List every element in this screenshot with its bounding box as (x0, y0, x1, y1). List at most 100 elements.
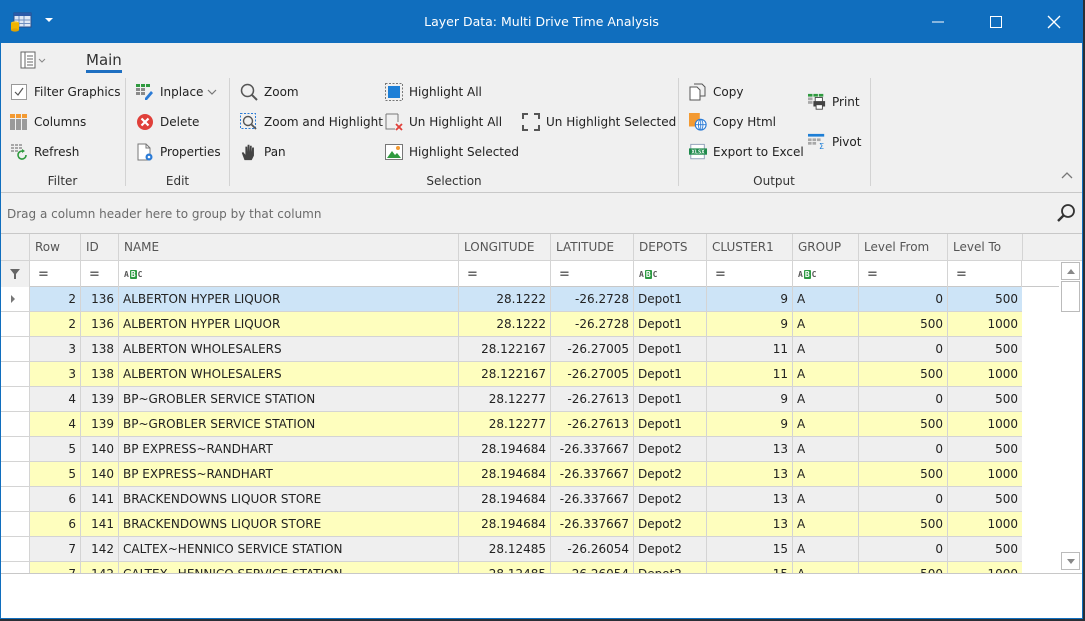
cell-level-to[interactable]: 500 (947, 387, 1022, 411)
cell-row[interactable]: 3 (29, 362, 80, 386)
cell-name[interactable]: CALTEX~HENNICO SERVICE STATION (118, 537, 458, 561)
highlight-selected-button[interactable]: Highlight Selected (385, 141, 519, 163)
filter-cell-id[interactable]: = (80, 261, 118, 287)
table-row[interactable]: 7142CALTEX~HENNICO SERVICE STATION28.124… (1, 537, 1022, 562)
column-header-latitude[interactable]: LATITUDE (550, 234, 633, 261)
cell-depots[interactable]: Depot2 (633, 512, 706, 536)
cell-cluster1[interactable]: 9 (706, 312, 792, 336)
cell-name[interactable]: BP~GROBLER SERVICE STATION (118, 412, 458, 436)
cell-cluster1[interactable]: 13 (706, 462, 792, 486)
cell-cluster1[interactable]: 13 (706, 512, 792, 536)
cell-depots[interactable]: Depot2 (633, 462, 706, 486)
cell-group[interactable]: A (792, 287, 858, 311)
cell-id[interactable]: 142 (80, 537, 118, 561)
cell-level-from[interactable]: 0 (858, 337, 947, 361)
cell-depots[interactable]: Depot2 (633, 487, 706, 511)
cell-level-from[interactable]: 500 (858, 362, 947, 386)
cell-level-from[interactable]: 500 (858, 462, 947, 486)
cell-id[interactable]: 140 (80, 462, 118, 486)
cell-level-from[interactable]: 0 (858, 287, 947, 311)
cell-latitude[interactable]: -26.26054 (550, 562, 633, 573)
cell-id[interactable]: 140 (80, 437, 118, 461)
cell-latitude[interactable]: -26.2728 (550, 287, 633, 311)
close-button[interactable] (1025, 0, 1082, 43)
cell-latitude[interactable]: -26.26054 (550, 537, 633, 561)
cell-id[interactable]: 139 (80, 387, 118, 411)
filter-cell-row[interactable]: = (29, 261, 80, 287)
tab-main[interactable]: Main (86, 51, 122, 73)
cell-row[interactable]: 2 (29, 312, 80, 336)
cell-id[interactable]: 141 (80, 512, 118, 536)
filter-graphics-checkbox[interactable]: Filter Graphics (10, 81, 121, 103)
column-header-depots[interactable]: DEPOTS (633, 234, 706, 261)
cell-latitude[interactable]: -26.27005 (550, 337, 633, 361)
cell-level-to[interactable]: 1000 (947, 362, 1022, 386)
column-header-cluster1[interactable]: CLUSTER1 (706, 234, 792, 261)
maximize-button[interactable] (967, 0, 1025, 43)
search-button[interactable] (1056, 203, 1076, 223)
cell-longitude[interactable]: 28.12277 (458, 412, 550, 436)
cell-depots[interactable]: Depot2 (633, 562, 706, 573)
table-row[interactable]: 2 136 ALBERTON HYPER LIQUOR 28.1222 -26.2728… (1, 312, 1022, 337)
cell-level-to[interactable]: 1000 (947, 462, 1022, 486)
row-indicator-cell[interactable] (1, 412, 29, 436)
cell-cluster1[interactable]: 9 (706, 412, 792, 436)
cell-row[interactable]: 6 (29, 487, 80, 511)
cell-depots[interactable]: Depot2 (633, 537, 706, 561)
cell-group[interactable]: A (792, 512, 858, 536)
cell-depots[interactable]: Depot1 (633, 312, 706, 336)
cell-group[interactable]: A (792, 312, 858, 336)
table-row[interactable]: 5 140 BP EXPRESS~RANDHART 28.194684 -26.3376… (1, 437, 1022, 462)
cell-level-from[interactable]: 0 (858, 437, 947, 461)
column-header-level-to[interactable]: Level To (947, 234, 1022, 261)
cell-longitude[interactable]: 28.194684 (458, 462, 550, 486)
cell-longitude[interactable]: 28.194684 (458, 512, 550, 536)
cell-id[interactable]: 139 (80, 412, 118, 436)
refresh-button[interactable]: Refresh (10, 141, 79, 163)
row-indicator-cell[interactable] (1, 337, 29, 361)
filter-cell-depots[interactable]: ABC (633, 261, 706, 287)
cell-latitude[interactable]: -26.2728 (550, 312, 633, 336)
table-row[interactable]: 6 141 BRACKENDOWNS LIQUOR STORE 28.194684 -2… (1, 512, 1022, 537)
cell-latitude[interactable]: -26.337667 (550, 487, 633, 511)
table-row[interactable]: 7142CALTEX~HENNICO SERVICE STATION28.124… (1, 562, 1022, 573)
cell-level-from[interactable]: 0 (858, 387, 947, 411)
cell-id[interactable]: 142 (80, 562, 118, 573)
cell-cluster1[interactable]: 13 (706, 437, 792, 461)
collapse-ribbon-button[interactable] (1060, 169, 1074, 183)
cell-longitude[interactable]: 28.194684 (458, 437, 550, 461)
table-row[interactable]: 4 139 BP~GROBLER SERVICE STATION 28.12277 -2… (1, 412, 1022, 437)
copy-button[interactable]: Copy (689, 81, 743, 103)
properties-button[interactable]: Properties (136, 141, 221, 163)
print-button[interactable]: Print (808, 91, 860, 113)
cell-depots[interactable]: Depot1 (633, 287, 706, 311)
cell-depots[interactable]: Depot2 (633, 437, 706, 461)
table-row[interactable]: 4 139 BP~GROBLER SERVICE STATION 28.12277 -2… (1, 387, 1022, 412)
row-indicator-cell[interactable] (1, 437, 29, 461)
cell-id[interactable]: 138 (80, 337, 118, 361)
cell-cluster1[interactable]: 9 (706, 387, 792, 411)
highlight-all-button[interactable]: Highlight All (385, 81, 482, 103)
row-indicator-cell[interactable] (1, 287, 29, 311)
cell-group[interactable]: A (792, 562, 858, 573)
filter-cell-name[interactable]: ABC (118, 261, 458, 287)
copy-html-button[interactable]: Copy Html (689, 111, 776, 133)
table-row[interactable]: 3 138 ALBERTON WHOLESALERS 28.122167 -26.270… (1, 337, 1022, 362)
minimize-button[interactable] (909, 0, 967, 43)
cell-group[interactable]: A (792, 337, 858, 361)
row-indicator-cell[interactable] (1, 387, 29, 411)
cell-level-from[interactable]: 500 (858, 412, 947, 436)
cell-cluster1[interactable]: 9 (706, 287, 792, 311)
cell-longitude[interactable]: 28.194684 (458, 487, 550, 511)
cell-depots[interactable]: Depot1 (633, 412, 706, 436)
row-indicator-cell[interactable] (1, 512, 29, 536)
cell-level-from[interactable]: 0 (858, 537, 947, 561)
zoom-and-highlight-button[interactable]: Zoom and Highlight (240, 111, 383, 133)
application-menu-button[interactable] (18, 51, 48, 69)
filter-cell-group[interactable]: ABC (792, 261, 858, 287)
cell-level-to[interactable]: 500 (947, 437, 1022, 461)
table-row[interactable]: 2 136 ALBERTON HYPER LIQUOR 28.1222 -26.2728… (1, 287, 1022, 312)
cell-name[interactable]: ALBERTON WHOLESALERS (118, 362, 458, 386)
cell-depots[interactable]: Depot1 (633, 387, 706, 411)
row-indicator-cell[interactable] (1, 537, 29, 561)
